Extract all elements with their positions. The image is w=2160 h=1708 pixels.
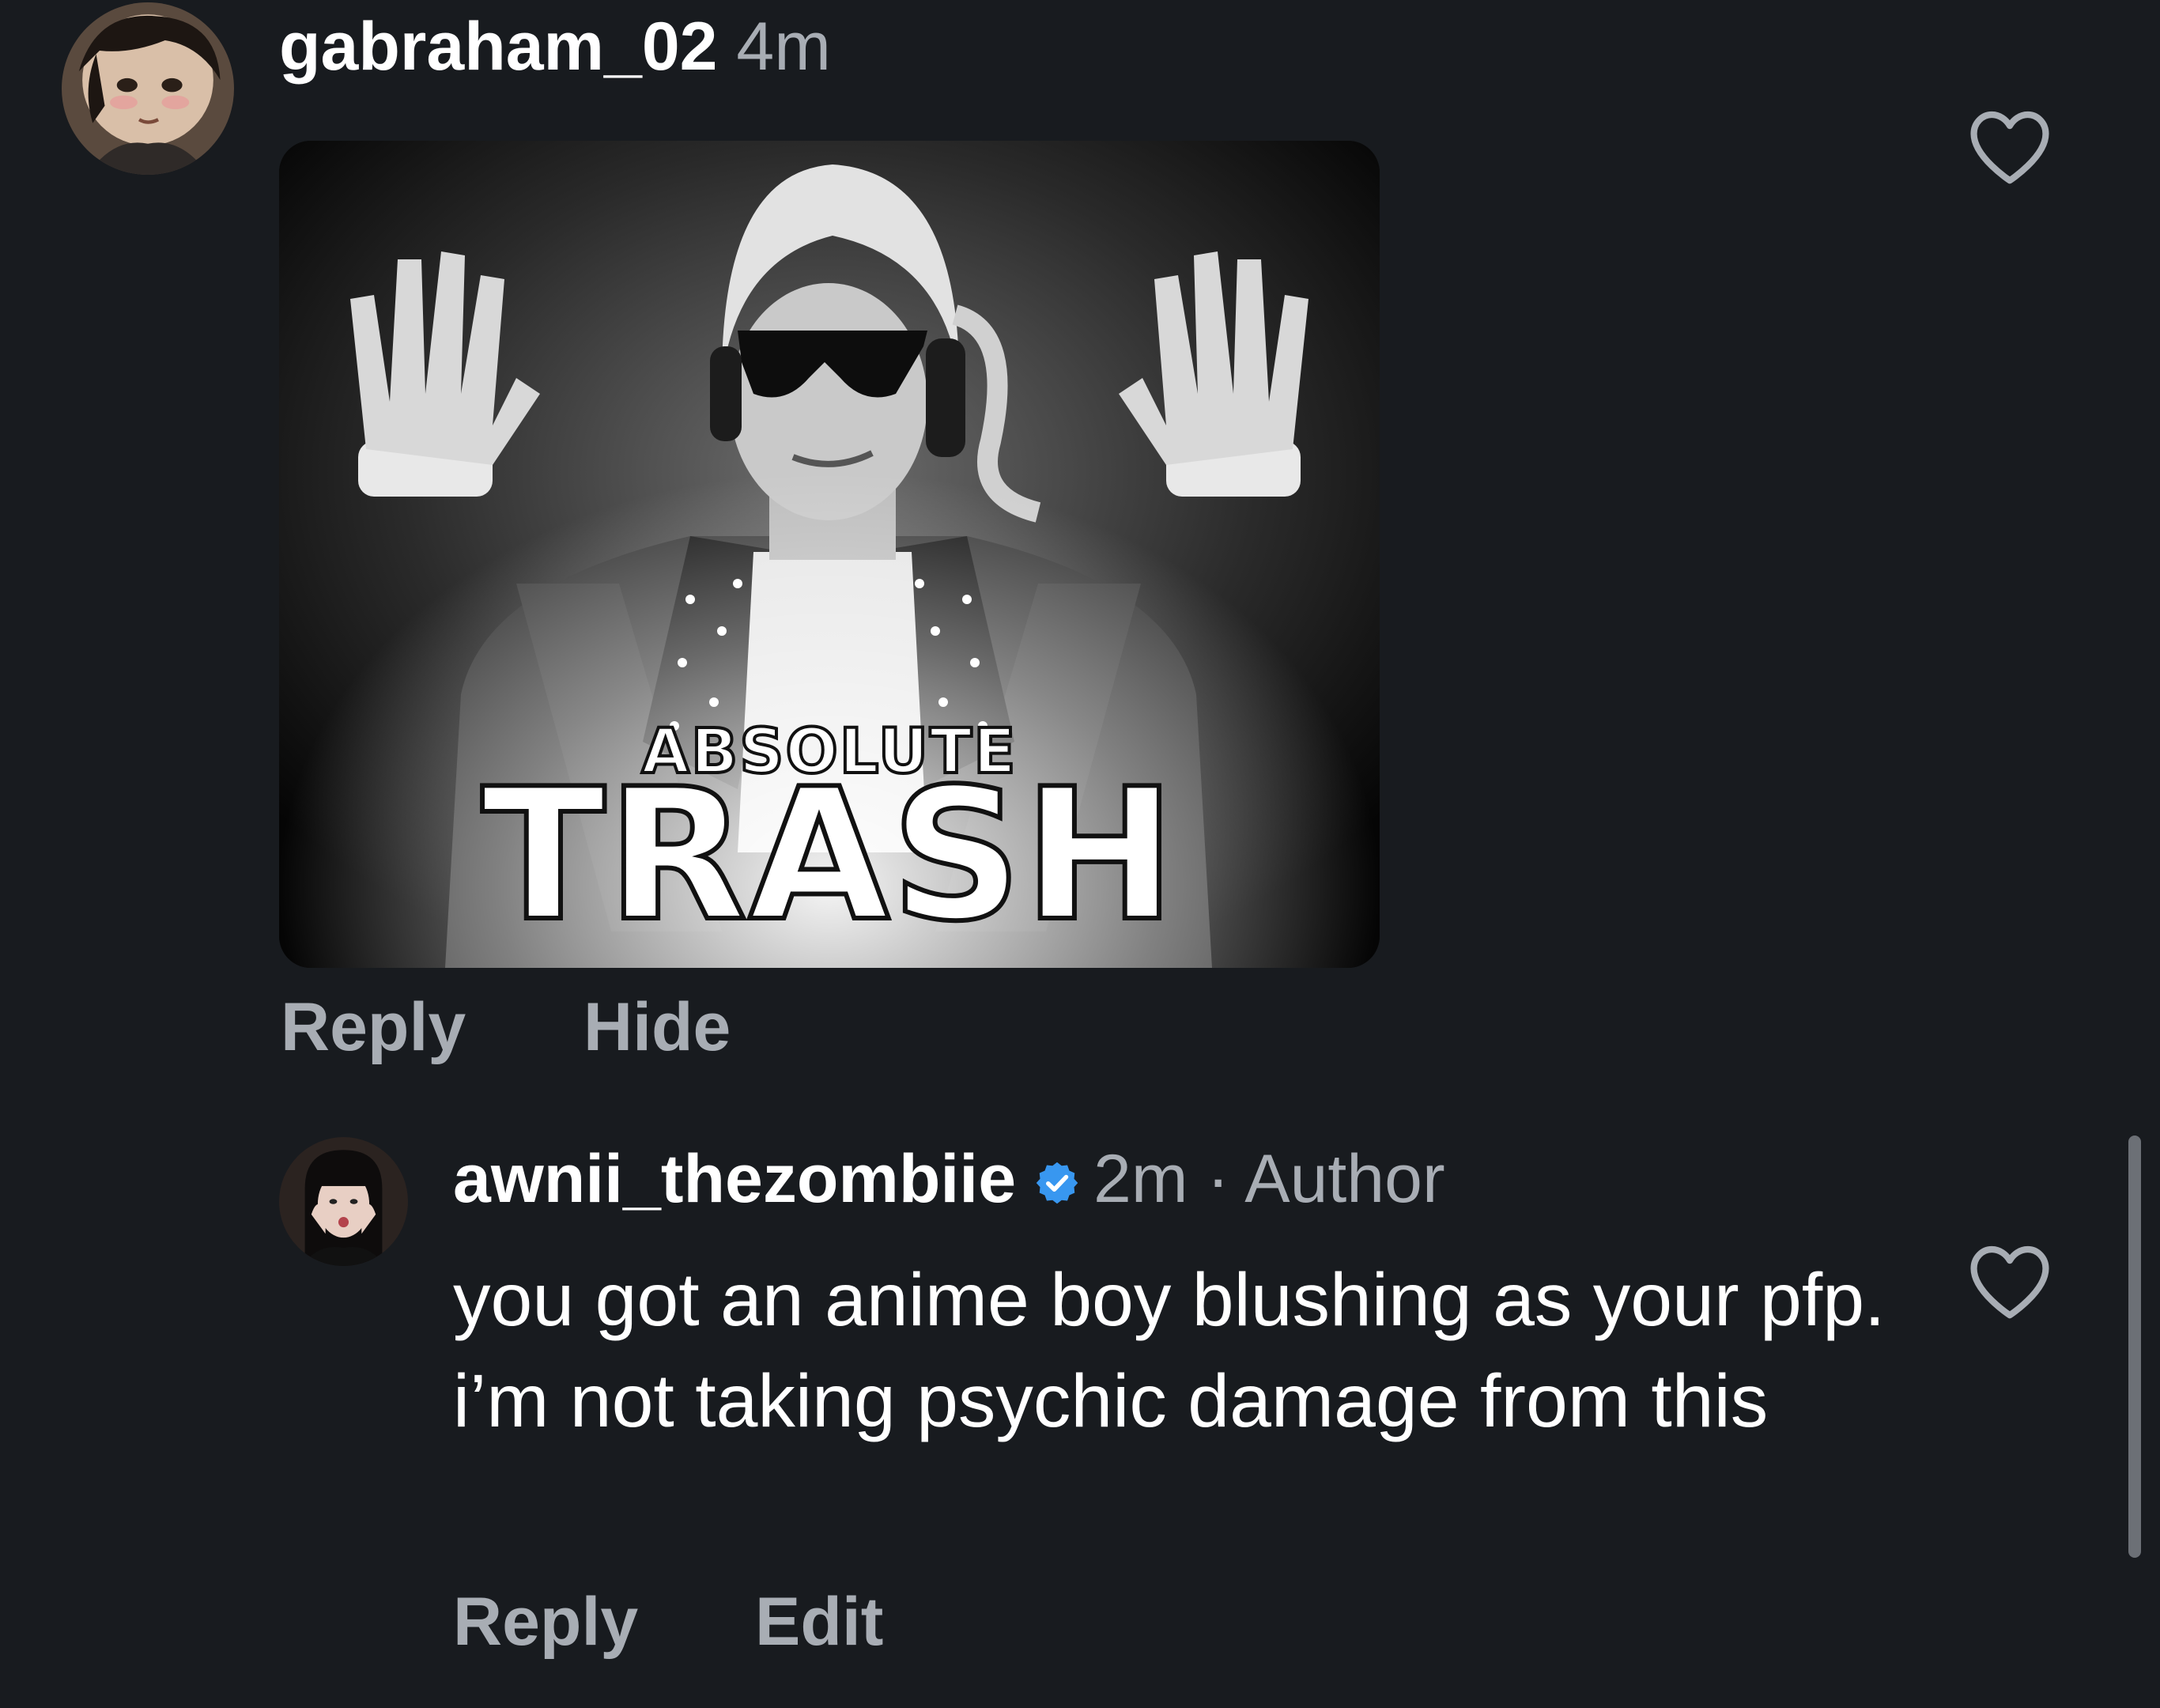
reply-button[interactable]: Reply — [453, 1588, 638, 1656]
reply-timestamp: 2m — [1093, 1141, 1188, 1217]
verified-badge-icon — [1033, 1159, 1081, 1207]
author-avatar[interactable] — [279, 1137, 408, 1266]
meta-separator: · — [1207, 1141, 1230, 1217]
like-button[interactable] — [1966, 1241, 2054, 1321]
comment-gif-attachment[interactable]: ABSOLUTE TRASH — [279, 141, 1380, 968]
heart-outline-icon — [1970, 1245, 2049, 1319]
gif-overlay-caption-big: TRASH — [479, 750, 1178, 962]
comment-timestamp: 4m — [736, 9, 831, 85]
profile-photo-avatar-icon — [279, 1137, 408, 1266]
heart-outline-icon — [1970, 111, 2049, 184]
reply-text: you got an anime boy blushing as your pf… — [453, 1258, 1886, 1443]
hide-button[interactable]: Hide — [583, 993, 731, 1061]
like-button[interactable] — [1966, 107, 2054, 186]
comment-header: gabraham_02 4m — [279, 13, 831, 81]
reply-header: awnii_thezombiie 2m · Author — [453, 1145, 1445, 1213]
author-label: Author — [1244, 1141, 1445, 1217]
edit-button[interactable]: Edit — [755, 1588, 883, 1656]
reply-username[interactable]: awnii_thezombiie — [453, 1141, 1016, 1217]
scrollbar[interactable] — [2128, 1136, 2141, 1558]
anime-boy-avatar-icon — [62, 2, 234, 175]
commenter-avatar[interactable] — [62, 2, 234, 175]
comment-username[interactable]: gabraham_02 — [279, 9, 718, 85]
reply-button[interactable]: Reply — [281, 993, 466, 1061]
